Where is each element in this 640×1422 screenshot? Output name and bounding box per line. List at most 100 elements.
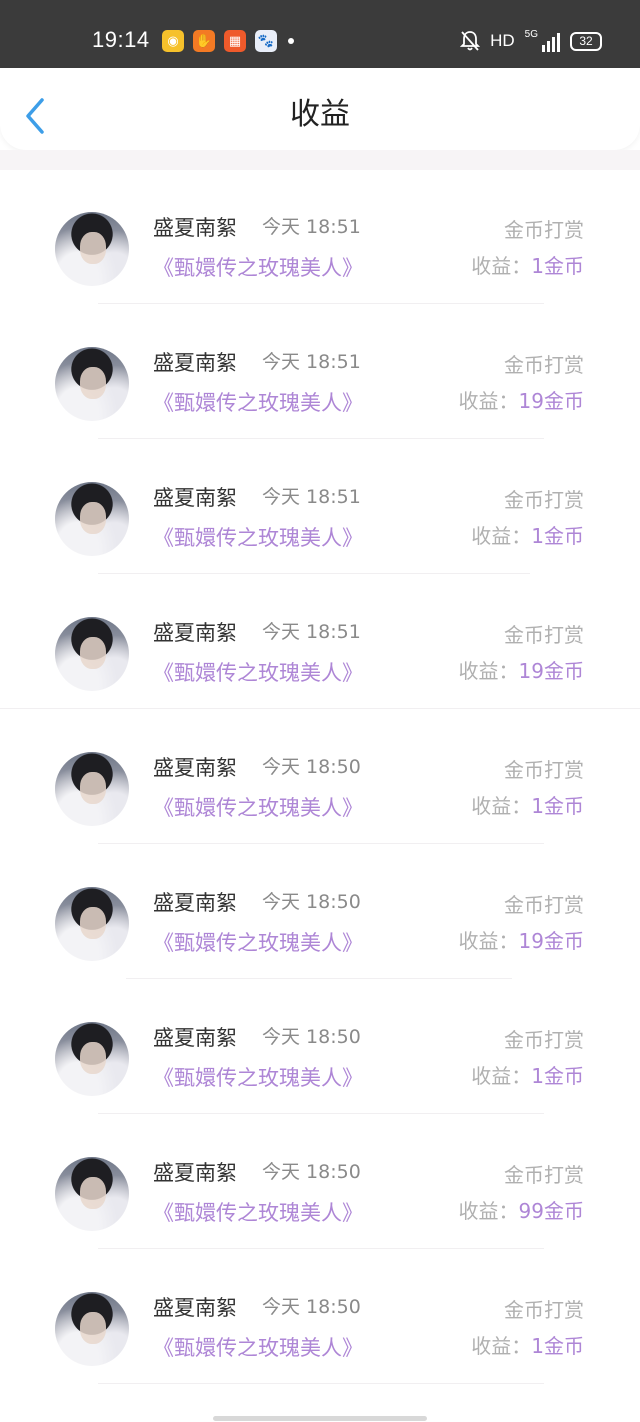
reward-time: 今天 18:50 — [262, 891, 361, 913]
income-value: 1金币 — [531, 524, 584, 548]
income-amount: 收益：1金币 — [471, 252, 584, 280]
status-bar: 19:14 ◉ ✋ ▦ 🐾 HD 5G 32 — [0, 0, 640, 68]
income-label: 收益： — [471, 254, 532, 278]
row-divider — [98, 1383, 544, 1384]
reward-type: 金币打赏 — [504, 1028, 584, 1052]
mute-bell-icon — [460, 31, 481, 51]
income-value: 19金币 — [518, 659, 584, 683]
income-value: 1金币 — [531, 254, 584, 278]
income-row[interactable]: 盛夏南絮 今天 18:50 《甄嬛传之玫瑰美人》 金币打赏 收益：1金币 — [0, 980, 640, 1115]
grid-app-icon: ▦ — [224, 30, 246, 52]
row-divider — [126, 978, 512, 979]
avatar[interactable] — [55, 887, 129, 961]
reward-type: 金币打赏 — [504, 893, 584, 917]
income-row[interactable]: 盛夏南絮 今天 18:50 《甄嬛传之玫瑰美人》 金币打赏收益：99金币 — [0, 1115, 640, 1250]
reward-time: 今天 18:51 — [262, 216, 361, 238]
page-title: 收益 — [290, 97, 350, 132]
status-time: 19:14 — [92, 27, 150, 52]
income-row[interactable]: 盛夏南絮 今天 18:51 《甄嬛传之玫瑰美人》 金币打赏 收益：1金币 — [0, 170, 640, 305]
book-title-link[interactable]: 《甄嬛传之玫瑰美人》 — [153, 659, 363, 687]
baidu-icon: 🐾 — [255, 30, 277, 52]
weibo-icon: ◉ — [162, 30, 184, 52]
reward-type: 金币打赏 — [504, 623, 584, 647]
income-row[interactable]: 盛夏南絮 今天 18:50 《甄嬛传之玫瑰美人》 金币打赏收益：1金币 — [0, 710, 640, 845]
home-indicator[interactable] — [213, 1416, 427, 1421]
network-type: 5G — [524, 29, 538, 40]
book-title-link[interactable]: 《甄嬛传之玫瑰美人》 — [153, 1334, 363, 1362]
income-row[interactable]: 盛夏南絮 今天 18:51 《甄嬛传之玫瑰美人》 金币打赏收益：1金币 — [0, 440, 640, 575]
user-name: 盛夏南絮 — [153, 1296, 237, 1320]
avatar[interactable] — [55, 1157, 129, 1231]
income-label: 收益： — [471, 1334, 532, 1358]
status-app-icons: ◉ ✋ ▦ 🐾 — [162, 29, 294, 53]
reward-type: 金币打赏 — [504, 1163, 584, 1187]
notification-dot-icon — [288, 38, 294, 44]
reward-time: 今天 18:50 — [262, 1296, 361, 1318]
reward-time: 今天 18:51 — [262, 351, 361, 373]
user-name: 盛夏南絮 — [153, 486, 237, 510]
book-title-link[interactable]: 《甄嬛传之玫瑰美人》 — [153, 254, 363, 282]
avatar[interactable] — [55, 212, 129, 286]
avatar[interactable] — [55, 617, 129, 691]
book-title-link[interactable]: 《甄嬛传之玫瑰美人》 — [153, 389, 363, 417]
income-value: 1金币 — [531, 1064, 584, 1088]
income-amount: 收益：99金币 — [459, 1197, 584, 1225]
income-value: 1金币 — [531, 1334, 584, 1358]
income-label: 收益： — [471, 1064, 532, 1088]
income-row[interactable]: 盛夏南絮 今天 18:51 《甄嬛传之玫瑰美人》 金币打赏收益：19金币 — [0, 575, 640, 710]
hand-icon: ✋ — [193, 30, 215, 52]
avatar[interactable] — [55, 482, 129, 556]
book-title-link[interactable]: 《甄嬛传之玫瑰美人》 — [153, 1199, 363, 1227]
avatar[interactable] — [55, 347, 129, 421]
reward-time: 今天 18:50 — [262, 1161, 361, 1183]
income-row[interactable]: 盛夏南絮 今天 18:50 《甄嬛传之玫瑰美人》 金币打赏收益：19金币 — [0, 845, 640, 980]
user-name: 盛夏南絮 — [153, 891, 237, 915]
income-label: 收益： — [471, 524, 532, 548]
battery-icon: 32 — [570, 31, 602, 51]
user-name: 盛夏南絮 — [153, 351, 237, 375]
income-label: 收益： — [458, 659, 519, 683]
book-title-link[interactable]: 《甄嬛传之玫瑰美人》 — [153, 929, 363, 957]
user-name: 盛夏南絮 — [153, 756, 237, 780]
row-divider — [98, 303, 544, 304]
reward-type: 金币打赏 — [504, 758, 584, 782]
reward-type: 金币打赏 — [504, 353, 584, 377]
income-amount: 收益：1金币 — [471, 1332, 584, 1360]
user-name: 盛夏南絮 — [153, 1161, 237, 1185]
income-label: 收益： — [458, 1199, 519, 1223]
book-title-link[interactable]: 《甄嬛传之玫瑰美人》 — [153, 1064, 363, 1092]
row-divider — [98, 438, 544, 439]
user-name: 盛夏南絮 — [153, 621, 237, 645]
signal-icon: 5G — [525, 30, 560, 52]
reward-time: 今天 18:51 — [262, 486, 361, 508]
income-label: 收益： — [471, 794, 532, 818]
user-name: 盛夏南絮 — [153, 1026, 237, 1050]
row-divider — [98, 843, 544, 844]
income-label: 收益： — [458, 929, 519, 953]
income-value: 19金币 — [518, 389, 584, 413]
book-title-link[interactable]: 《甄嬛传之玫瑰美人》 — [153, 524, 363, 552]
reward-time: 今天 18:50 — [262, 756, 361, 778]
reward-type: 金币打赏 — [504, 1298, 584, 1322]
reward-type: 金币打赏 — [504, 488, 584, 512]
income-amount: 收益：1金币 — [471, 522, 584, 550]
avatar[interactable] — [55, 752, 129, 826]
row-divider — [98, 1113, 544, 1114]
book-title-link[interactable]: 《甄嬛传之玫瑰美人》 — [153, 794, 363, 822]
income-label: 收益： — [458, 389, 519, 413]
nav-bar: 收益 — [0, 68, 640, 150]
header-gap — [0, 150, 640, 170]
income-row[interactable]: 盛夏南絮 今天 18:51 《甄嬛传之玫瑰美人》 金币打赏收益：19金币 — [0, 305, 640, 440]
reward-time: 今天 18:51 — [262, 621, 361, 643]
income-row[interactable]: 盛夏南絮 今天 18:50 《甄嬛传之玫瑰美人》 金币打赏收益：1金币 — [0, 1250, 640, 1385]
avatar[interactable] — [55, 1022, 129, 1096]
income-value: 19金币 — [518, 929, 584, 953]
income-amount: 收益：1金币 — [471, 792, 584, 820]
row-divider — [98, 1248, 544, 1249]
status-indicators: HD 5G 32 — [450, 28, 602, 54]
income-value: 1金币 — [531, 794, 584, 818]
avatar[interactable] — [55, 1292, 129, 1366]
row-divider — [98, 573, 530, 574]
hd-indicator: HD — [490, 31, 515, 50]
user-name: 盛夏南絮 — [153, 216, 237, 240]
